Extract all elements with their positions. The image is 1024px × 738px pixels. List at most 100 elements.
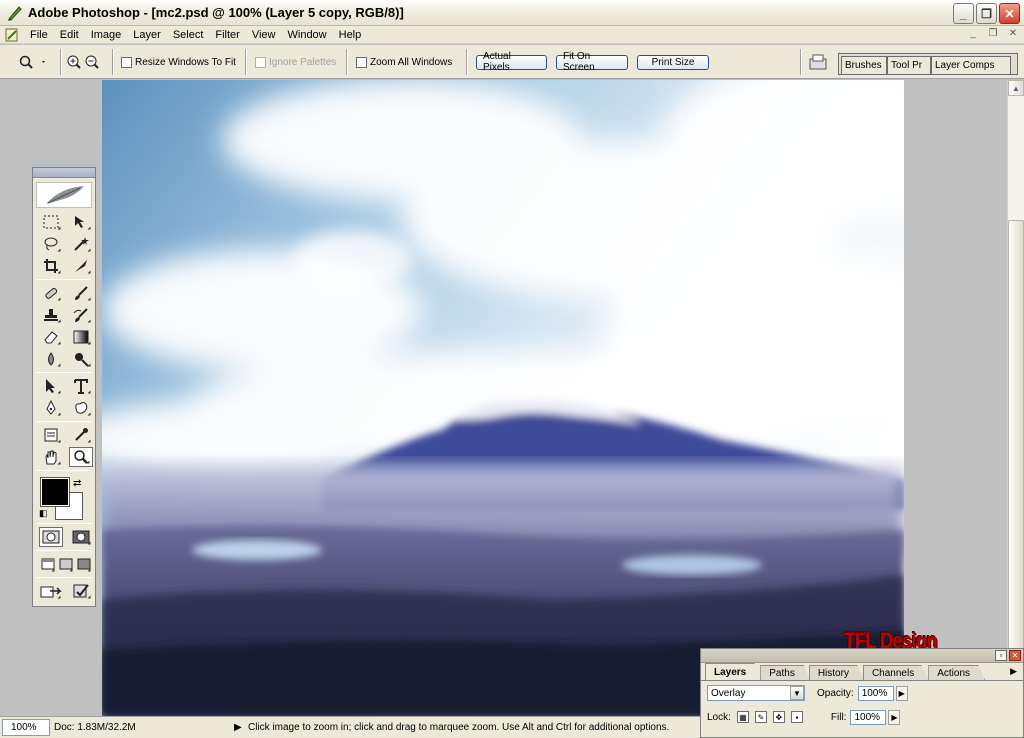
tab-channels[interactable]: Channels xyxy=(862,665,930,680)
lock-image-icon[interactable]: ✎ xyxy=(754,711,767,723)
doc-close-button[interactable]: ✕ xyxy=(1006,27,1020,41)
healing-brush-tool[interactable] xyxy=(39,283,63,303)
opacity-input[interactable]: 100% xyxy=(857,685,894,701)
well-tab-tool-presets[interactable]: Tool Pr xyxy=(887,56,931,74)
imageready-check-icon[interactable] xyxy=(69,581,93,601)
zoom-in-button[interactable] xyxy=(66,45,82,79)
blur-tool[interactable] xyxy=(39,349,63,369)
file-browser-button[interactable] xyxy=(808,45,828,79)
resize-windows-checkbox[interactable]: Resize Windows To Fit xyxy=(121,45,236,79)
lock-position-icon[interactable]: ✥ xyxy=(772,711,785,723)
swap-colors-icon[interactable]: ⇄ xyxy=(73,478,81,489)
hand-tool[interactable] xyxy=(39,447,63,467)
move-tool[interactable] xyxy=(69,212,93,232)
feather-icon xyxy=(46,186,84,204)
palette-menu-arrow-icon[interactable]: ▶ xyxy=(1010,666,1017,677)
minimize-button[interactable]: _ xyxy=(953,3,974,24)
menu-filter[interactable]: Filter xyxy=(209,29,245,41)
jump-to-imageready-button[interactable] xyxy=(39,581,63,601)
scroll-up-arrow[interactable]: ▲ xyxy=(1008,80,1024,96)
doc-restore-button[interactable]: ❐ xyxy=(986,27,1000,41)
magic-wand-tool[interactable] xyxy=(69,234,93,254)
menu-edit[interactable]: Edit xyxy=(54,29,85,41)
full-screen-mode[interactable] xyxy=(75,554,93,574)
zoom-level-field[interactable]: 100% xyxy=(2,719,50,736)
marquee-tool[interactable] xyxy=(39,212,63,232)
menu-layer[interactable]: Layer xyxy=(127,29,167,41)
zoom-out-button[interactable] xyxy=(84,45,100,79)
default-colors-icon[interactable]: ◧ xyxy=(39,508,48,519)
tab-layers[interactable]: Layers xyxy=(705,663,762,680)
document-size-info[interactable]: Doc: 1.83M/32.2M xyxy=(54,722,234,733)
ignore-palettes-check[interactable] xyxy=(255,56,266,68)
blend-mode-select[interactable]: Overlay ▼ xyxy=(707,685,805,701)
lock-transparency-icon[interactable]: ▦ xyxy=(736,711,749,723)
eraser-tool[interactable] xyxy=(39,327,63,347)
standard-mode-button[interactable] xyxy=(39,527,63,547)
gradient-tool[interactable] xyxy=(69,327,93,347)
blend-mode-value: Overlay xyxy=(711,687,746,699)
document-canvas[interactable] xyxy=(102,80,904,716)
hand-icon xyxy=(45,450,57,465)
opacity-label: Opacity: xyxy=(817,687,854,699)
tab-actions[interactable]: Actions xyxy=(928,665,986,680)
type-tool[interactable] xyxy=(69,376,93,396)
notes-icon xyxy=(44,428,58,442)
menu-help[interactable]: Help xyxy=(333,29,368,41)
maximize-button[interactable]: ❐ xyxy=(976,3,997,24)
close-button[interactable]: ✕ xyxy=(999,3,1020,24)
scroll-thumb[interactable] xyxy=(1008,220,1024,700)
ignore-palettes-checkbox[interactable]: Ignore Palettes xyxy=(255,45,336,79)
clone-stamp-tool[interactable] xyxy=(39,305,63,325)
history-brush-tool[interactable] xyxy=(69,305,93,325)
resize-windows-check[interactable] xyxy=(121,56,132,68)
menu-file[interactable]: File xyxy=(24,29,54,41)
fit-on-screen-button[interactable]: Fit On Screen xyxy=(556,51,628,73)
zoom-tool[interactable] xyxy=(69,447,93,467)
layers-palette-title-bar[interactable]: ▫ ✕ xyxy=(701,649,1023,663)
well-tab-brushes[interactable]: Brushes xyxy=(841,56,887,74)
pen-tool[interactable] xyxy=(39,398,63,418)
custom-shape-tool[interactable] xyxy=(69,398,93,418)
blend-mode-dropdown-icon[interactable]: ▼ xyxy=(790,686,804,700)
doc-minimize-button[interactable]: _ xyxy=(966,27,980,41)
quick-mask-button[interactable] xyxy=(69,527,93,547)
toolbox-title-bar[interactable] xyxy=(33,168,95,178)
actual-pixels-button[interactable]: Actual Pixels xyxy=(476,51,547,73)
lock-all-icon[interactable]: ▪ xyxy=(790,711,803,723)
path-selection-tool[interactable] xyxy=(39,376,63,396)
foreground-color[interactable] xyxy=(40,477,70,507)
adobe-online-icon[interactable] xyxy=(36,182,92,208)
opacity-slider-arrow[interactable]: ▶ xyxy=(895,685,908,701)
print-size-button[interactable]: Print Size xyxy=(637,54,709,70)
zoom-all-windows-check[interactable] xyxy=(356,56,367,68)
lasso-tool[interactable] xyxy=(39,234,63,254)
palette-minimize-button[interactable]: ▫ xyxy=(995,650,1007,661)
eyedropper-tool[interactable] xyxy=(69,425,93,445)
menu-window[interactable]: Window xyxy=(282,29,333,41)
menu-select[interactable]: Select xyxy=(167,29,210,41)
palette-close-button[interactable]: ✕ xyxy=(1009,650,1021,661)
dodge-tool[interactable] xyxy=(69,349,93,369)
notes-tool[interactable] xyxy=(39,425,63,445)
fill-slider-arrow[interactable]: ▶ xyxy=(888,709,901,725)
fill-input[interactable]: 100% xyxy=(850,709,887,725)
full-screen-menu-mode[interactable] xyxy=(57,554,75,574)
status-menu-arrow[interactable]: ▶ xyxy=(234,722,248,733)
options-bar: Resize Windows To Fit Ignore Palettes Zo… xyxy=(0,45,1024,79)
zoom-all-windows-checkbox[interactable]: Zoom All Windows xyxy=(356,45,452,79)
layers-palette: ▫ ✕ Layers Paths History Channels Action… xyxy=(700,648,1024,738)
vertical-scrollbar[interactable]: ▲ xyxy=(1007,80,1024,716)
crop-tool[interactable] xyxy=(39,256,63,276)
well-tab-layer-comps[interactable]: Layer Comps xyxy=(931,56,1011,74)
slice-tool[interactable] xyxy=(69,256,93,276)
tab-history[interactable]: History xyxy=(808,665,864,680)
zoom-tool-preset-picker[interactable] xyxy=(18,45,46,79)
document-icon[interactable] xyxy=(4,27,20,43)
tab-paths[interactable]: Paths xyxy=(760,665,810,680)
menu-view[interactable]: View xyxy=(246,29,282,41)
brush-tool[interactable] xyxy=(69,283,93,303)
menu-image[interactable]: Image xyxy=(85,29,128,41)
standard-screen-mode[interactable] xyxy=(39,554,57,574)
standard-mode-icon xyxy=(42,530,60,544)
